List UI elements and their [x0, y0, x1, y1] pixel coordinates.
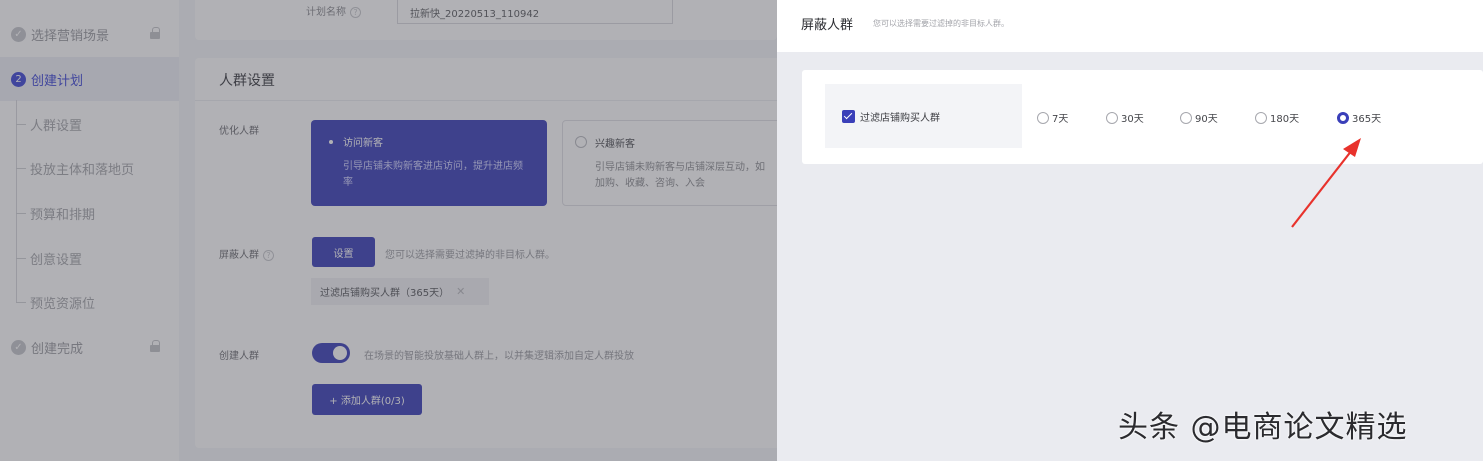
section-title: 人群设置: [219, 73, 275, 89]
option-desc: 引导店铺未购新客进店访问，提升进店频率: [343, 161, 523, 188]
watermark: 头条 @电商论文精选: [1118, 410, 1408, 445]
plan-name-label: 计划名称?: [306, 3, 361, 18]
radio-icon: [1037, 111, 1049, 124]
divider: [195, 100, 777, 101]
radio-90-days[interactable]: 90天: [1180, 110, 1218, 125]
set-button[interactable]: 设置: [312, 237, 375, 267]
tag-label: 过滤店铺购买人群（365天）: [320, 288, 450, 299]
block-hint: 您可以选择需要过滤掉的非目标人群。: [385, 250, 555, 261]
radio-label: 90天: [1195, 114, 1218, 125]
help-icon[interactable]: ?: [350, 6, 361, 18]
sidebar-subitem-creative[interactable]: 创意设置: [0, 236, 179, 280]
create-crowd-label: 创建人群: [219, 351, 259, 362]
radio-7-days[interactable]: 7天: [1037, 110, 1068, 125]
radio-icon: [575, 136, 587, 148]
block-crowd-label: 屏蔽人群?: [219, 246, 274, 261]
radio-label: 30天: [1121, 114, 1144, 125]
campaign-editor: ✓ 选择营销场景 2 创建计划 人群设置 投放主体和落地页 预算和排期 创意设置…: [0, 0, 777, 461]
sidebar-item-label: 创建计划: [31, 73, 84, 89]
option-title: 访问新客: [343, 138, 383, 149]
lock-icon: [150, 27, 160, 39]
checkbox-label: 过滤店铺购买人群: [860, 112, 940, 124]
create-crowd-toggle[interactable]: [312, 343, 350, 363]
optimize-crowd-label: 优化人群: [219, 126, 259, 137]
sidebar-subitem-label: 人群设置: [30, 118, 83, 134]
radio-icon: [1106, 111, 1118, 124]
sidebar-subitem-label: 投放主体和落地页: [30, 162, 135, 178]
step-done-icon: ✓: [11, 26, 26, 42]
filter-card: 过滤店铺购买人群 7天 30天 90天 180天 365天: [802, 70, 1483, 164]
sidebar-item-label: 选择营销场景: [31, 28, 110, 44]
block-crowd-drawer: 屏蔽人群 您可以选择需要过滤掉的非目标人群。 过滤店铺购买人群 7天 30天 9…: [777, 0, 1483, 461]
option-visit-new-customer[interactable]: 访问新客 引导店铺未购新客进店访问，提升进店频率: [311, 120, 547, 206]
toggle-hint: 在场景的智能投放基础人群上，以并集逻辑添加自定人群投放: [364, 351, 634, 362]
help-icon[interactable]: ?: [263, 249, 274, 261]
radio-180-days[interactable]: 180天: [1255, 110, 1299, 125]
drawer-subtitle: 您可以选择需要过滤掉的非目标人群。: [873, 19, 1009, 28]
sidebar-item-done[interactable]: ✓ 创建完成: [0, 325, 179, 369]
sidebar-subitem-subject[interactable]: 投放主体和落地页: [0, 146, 179, 190]
sidebar-subitem-budget[interactable]: 预算和排期: [0, 191, 179, 235]
sidebar-subitem-label: 创意设置: [30, 252, 83, 268]
drawer-title: 屏蔽人群: [801, 18, 854, 33]
sidebar-subitem-label: 预算和排期: [30, 207, 96, 223]
option-interest-new-customer[interactable]: 兴趣新客 引导店铺未购新客与店铺深层互动，如加购、收藏、咨询、入会: [562, 120, 777, 206]
step-done-icon: ✓: [11, 339, 26, 355]
sidebar-item-select-scene[interactable]: ✓ 选择营销场景: [0, 12, 179, 56]
step-number-icon: 2: [11, 71, 26, 87]
radio-label: 180天: [1270, 114, 1300, 125]
close-icon[interactable]: ✕: [456, 285, 465, 298]
drawer-header: 屏蔽人群 您可以选择需要过滤掉的非目标人群。: [777, 0, 1483, 52]
lock-icon: [150, 340, 160, 352]
selected-dot-icon: [329, 140, 333, 144]
radio-label: 365天: [1352, 114, 1382, 125]
checkbox-checked-icon[interactable]: [842, 109, 855, 123]
radio-icon: [1180, 111, 1192, 124]
option-desc: 引导店铺未购新客与店铺深层互动，如加购、收藏、咨询、入会: [595, 162, 765, 189]
sidebar-subitem-crowd[interactable]: 人群设置: [0, 102, 179, 146]
block-crowd-tag: 过滤店铺购买人群（365天） ✕: [311, 278, 489, 305]
radio-365-days[interactable]: 365天: [1337, 110, 1381, 125]
sidebar: ✓ 选择营销场景 2 创建计划 人群设置 投放主体和落地页 预算和排期 创意设置…: [0, 0, 179, 461]
add-crowd-button[interactable]: + 添加人群(0/3): [312, 384, 422, 415]
filter-purchased-checkbox-row[interactable]: 过滤店铺购买人群: [825, 84, 1022, 148]
radio-icon: [1255, 111, 1267, 124]
sidebar-subitem-label: 预览资源位: [30, 296, 96, 312]
sidebar-subitem-preview[interactable]: 预览资源位: [0, 280, 179, 324]
sidebar-item-label: 创建完成: [31, 341, 84, 357]
radio-label: 7天: [1052, 114, 1069, 125]
option-title: 兴趣新客: [595, 139, 635, 150]
radio-30-days[interactable]: 30天: [1106, 110, 1144, 125]
plan-name-input[interactable]: 拉新快_20220513_110942: [397, 0, 673, 24]
sidebar-item-create-plan[interactable]: 2 创建计划: [0, 57, 179, 101]
radio-selected-icon: [1337, 111, 1349, 124]
